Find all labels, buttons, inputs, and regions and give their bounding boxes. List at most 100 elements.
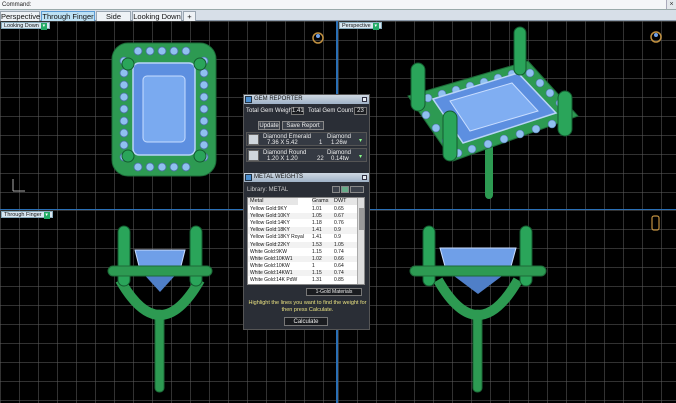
instructions-text: Highlight the lines you want to find the… <box>248 300 367 313</box>
grams-cell: 1.31 <box>312 277 322 283</box>
view-toggle-icon[interactable] <box>341 186 349 193</box>
scrollbar-thumb[interactable] <box>359 208 364 230</box>
viewport-side[interactable] <box>338 210 676 403</box>
grams-cell: 1.01 <box>312 206 322 212</box>
gem-reporter-header: GEM REPORTER <box>244 95 369 104</box>
command-label: Command: <box>2 1 32 8</box>
gem-count: 22 <box>317 156 324 162</box>
add-tab-button[interactable]: + <box>183 11 196 21</box>
chevron-down-icon[interactable]: ▾ <box>359 137 362 144</box>
chevron-down-icon[interactable]: ▾ <box>359 153 362 160</box>
chevron-down-icon[interactable]: ▾ <box>372 23 379 30</box>
gem-reporter-title: GEM REPORTER <box>254 96 303 102</box>
perspective-ring-render <box>407 26 662 199</box>
close-icon[interactable]: × <box>666 0 676 9</box>
view-tab-bar: Perspective Through Finger Side View Loo… <box>0 10 676 31</box>
metal-name-cell: Yellow Gold:10KY <box>250 213 290 220</box>
table-row[interactable]: Yellow Gold:18KY 1.41 0.9 <box>248 227 358 234</box>
metal-name-cell: Yellow Gold:18KY <box>250 227 290 234</box>
total-count-label: Total Gem Count <box>308 108 354 114</box>
table-row[interactable]: Yellow Gold:10KY 1.05 0.67 <box>248 213 358 220</box>
viewport-label[interactable]: Perspective ▾ <box>339 22 382 30</box>
view-toggle-icon[interactable] <box>332 186 340 193</box>
metal-icon <box>245 174 252 181</box>
grams-cell: 1.15 <box>312 269 322 276</box>
minimize-icon[interactable] <box>362 97 367 102</box>
gem-count: 1 <box>319 140 323 146</box>
dwt-cell: 0.9 <box>334 234 341 241</box>
grams-cell: 1.15 <box>312 248 322 255</box>
view-toggle-icon[interactable] <box>350 186 364 193</box>
gem-row[interactable]: Diamond Emerald 7.36 X 5.42 1 Diamond 1.… <box>246 132 367 146</box>
gem-weight: 0.14tw <box>331 156 349 162</box>
materials-select[interactable]: 1-Gold Materials <box>306 288 362 296</box>
metal-name-cell: Yellow Gold:14KY <box>250 220 290 227</box>
side-view-ring-render <box>409 215 660 393</box>
update-button[interactable]: Update <box>258 121 280 130</box>
gem-row[interactable]: Diamond Round 1.20 X 1.20 22 Diamond 0.1… <box>246 148 367 162</box>
tab-looking-down[interactable]: Looking Down <box>132 11 182 21</box>
gem-size: 7.36 X 5.42 <box>267 140 298 146</box>
dwt-cell: 0.66 <box>334 255 344 262</box>
viewport-label[interactable]: Looking Down ▾ <box>1 22 50 30</box>
chevron-down-icon[interactable]: ▾ <box>40 23 47 30</box>
grams-cell: 1.18 <box>312 220 322 227</box>
tab-perspective[interactable]: Perspective <box>0 11 40 21</box>
table-row[interactable]: White Gold:14KW1 1.15 0.74 <box>248 269 358 277</box>
total-weight-value: 1.41 <box>291 107 304 115</box>
total-count-value: 23 <box>354 107 367 115</box>
library-label: Library: METAL <box>247 187 289 193</box>
grams-cell: 1 <box>312 262 315 269</box>
table-row[interactable]: Yellow Gold:9KY 1.01 0.65 <box>248 206 358 212</box>
metal-name-cell: Yellow Gold:18KY Royal <box>250 234 304 241</box>
table-row[interactable]: Yellow Gold:14KY 1.18 0.76 <box>248 220 358 226</box>
column-header-dwt[interactable]: DWT <box>334 198 358 205</box>
grams-cell: 1.02 <box>312 255 322 262</box>
total-weight-label: Total Gem Weight <box>246 108 294 114</box>
metal-weights-title: METAL WEIGHTS <box>254 174 304 180</box>
calculate-button[interactable]: Calculate <box>284 317 328 326</box>
command-bar: Command: × <box>0 0 676 10</box>
table-row[interactable]: White Gold:10KW1 1.02 0.66 <box>248 255 358 262</box>
dwt-cell: 0.76 <box>334 220 344 227</box>
minimize-icon[interactable] <box>362 175 367 180</box>
metal-name-cell: White Gold:10KW1 <box>250 255 293 262</box>
dwt-cell: 0.65 <box>334 206 344 212</box>
table-scrollbar[interactable] <box>357 198 364 284</box>
dwt-cell: 0.64 <box>334 262 344 269</box>
table-row[interactable]: White Gold:14K PdW 1.31 0.85 <box>248 277 358 283</box>
metal-name-cell: Yellow Gold:22KY <box>250 241 290 248</box>
gem-reporter-panel: GEM REPORTER Total Gem Weight 1.41 Total… <box>243 94 370 330</box>
grams-cell: 1.41 <box>312 234 322 241</box>
table-row[interactable]: Yellow Gold:18KY Royal 1.41 0.9 <box>248 234 358 240</box>
metal-name-cell: White Gold:10KW <box>250 262 290 269</box>
dwt-cell: 1.05 <box>334 241 344 248</box>
table-row[interactable]: White Gold:10KW 1 0.64 <box>248 263 358 269</box>
grams-cell: 1.53 <box>312 241 322 248</box>
app-window: Command: × Perspective Through Finger Si… <box>0 0 676 403</box>
table-row[interactable]: Yellow Gold:22KY 1.53 1.05 <box>248 241 358 248</box>
metal-name-cell: White Gold:14K PdW <box>250 277 298 283</box>
tab-side-view[interactable]: Side View <box>96 11 131 31</box>
dwt-cell: 0.85 <box>334 277 344 283</box>
column-header-grams[interactable]: Grams <box>312 198 334 205</box>
dwt-cell: 0.74 <box>334 248 344 255</box>
metal-weights-table: Metal Grams DWT Yellow Gold:9KY 1.01 0.65 Y… <box>247 197 365 285</box>
table-row[interactable]: White Gold:9KW 1.15 0.74 <box>248 249 358 255</box>
metal-name-cell: White Gold:14KW1 <box>250 269 293 276</box>
tab-through-finger[interactable]: Through Finger <box>41 11 95 21</box>
round-cut-icon <box>248 150 259 161</box>
save-report-button[interactable]: Save Report <box>282 121 324 130</box>
viewport-label[interactable]: Through Finger ▾ <box>1 211 53 219</box>
dwt-cell: 0.9 <box>334 227 341 234</box>
grams-cell: 1.41 <box>312 227 322 234</box>
chevron-down-icon[interactable]: ▾ <box>43 212 50 219</box>
gem-icon <box>245 96 252 103</box>
metal-name-cell: Yellow Gold:9KY <box>250 206 288 212</box>
dwt-cell: 0.74 <box>334 269 344 276</box>
metal-name-cell: White Gold:9KW <box>250 248 287 255</box>
gem-weight: 1.26w <box>331 140 348 146</box>
dwt-cell: 0.67 <box>334 213 344 220</box>
viewport-perspective[interactable]: Perspective ▾ <box>338 21 676 209</box>
column-header-metal[interactable]: Metal <box>248 198 298 205</box>
